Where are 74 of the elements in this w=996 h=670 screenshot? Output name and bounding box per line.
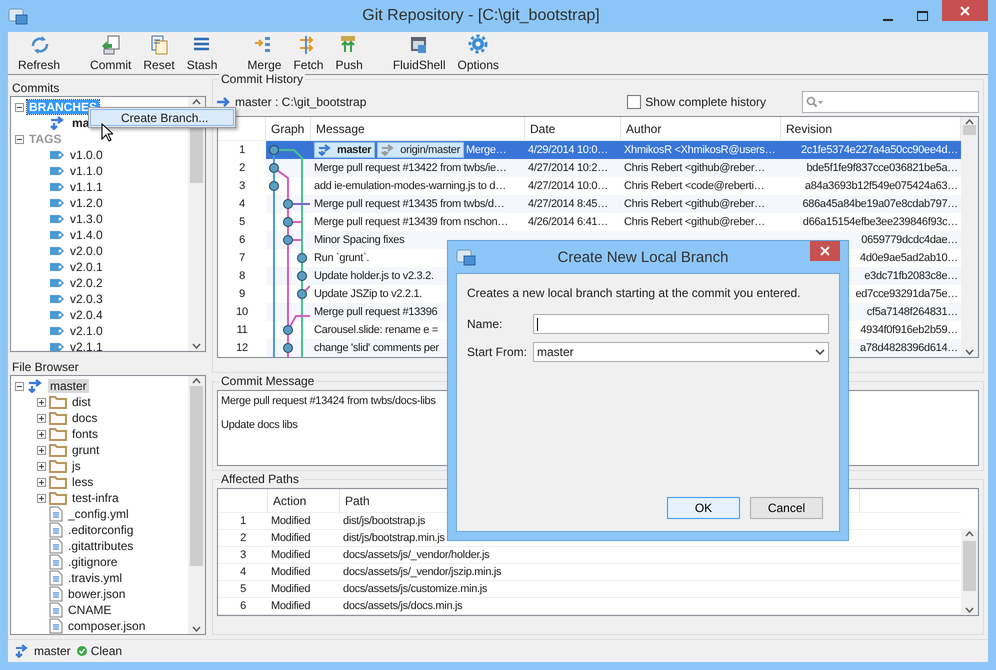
table-cell-text: Minor Spacing fixes: [314, 233, 404, 248]
table-cell-text: bde5f1fe9f837cce036821be5a…: [806, 161, 958, 176]
row-number: 8: [218, 267, 266, 285]
table-cell-text: 4/27/2014 10:2…: [528, 161, 608, 176]
field-label: Start From:: [467, 345, 528, 359]
commit-message-text: Merge pull request #13424 from twbs/docs-libs: [221, 395, 437, 407]
table-cell-text: Chris Rebert <github@reber…: [624, 197, 765, 212]
table-cell-text: ed7cce93291da75e…: [855, 287, 958, 302]
table-cell-text: Merge…: [466, 143, 506, 158]
commit-message-text: Update docs libs: [221, 419, 299, 431]
table-cell-text: Modified: [271, 514, 310, 529]
panel-title: Commits: [11, 80, 60, 96]
table-cell-text: Modified: [271, 565, 310, 580]
table-cell-text: Chris Rebert <github@reber…: [624, 161, 765, 176]
table-cell-text: Carousel.slide: rename e =: [314, 323, 438, 338]
description-text: Creates a new local branch starting at the commit you entered.: [467, 286, 802, 300]
dialog-title: Create New Local Branch: [556, 248, 730, 266]
row-number: 4: [240, 565, 246, 580]
table-cell-text: docs/assets/js/_vendor/jszip.min.js: [343, 565, 502, 580]
table-cell-text: 4/29/2014 10:0…: [528, 143, 608, 158]
row-number: 3: [240, 548, 246, 563]
row-number: 1: [218, 141, 266, 159]
table-cell-text: Modified: [271, 599, 310, 614]
table-cell-text: Modified: [271, 531, 310, 546]
group-title: Affected Paths: [219, 472, 301, 486]
table-cell-text: 4934f0f916eb2b59…: [860, 323, 958, 338]
table-cell-text: a84a3693b12f549e075424a63…: [804, 179, 958, 194]
table-cell-text: XhmikosR <XhmikosR@users…: [624, 143, 776, 158]
table-cell-text: Chris Rebert <github@reber…: [624, 215, 765, 230]
table-cell-text: Modified: [271, 582, 310, 597]
window-title: Git Repository - [C:\git_bootstrap]: [361, 7, 601, 25]
row-number: 1: [240, 514, 246, 529]
table-cell-text: Run `grunt`.: [314, 251, 370, 266]
table-cell-text: 4/26/2014 6:41…: [528, 215, 608, 230]
table-cell-text: Update JSZip to v2.2.1.: [314, 287, 422, 302]
table-cell-text: Merge pull request #13396: [314, 305, 438, 320]
table-cell-text: d66a15154efbe3ee239846f93c…: [802, 215, 958, 230]
table-cell-text: e3dc71fb2083c8e…: [864, 269, 958, 284]
table-cell-text: 2c1fe5374e227a4a50cc90ee4d…: [800, 143, 958, 158]
table-cell-text: Chris Rebert <code@reberti…: [624, 179, 764, 194]
table-cell-text: Update holder.js to v2.3.2.: [314, 269, 434, 284]
table-cell-text: dist/js/bootstrap.min.js: [343, 531, 445, 546]
table-cell-text: 4/27/2014 10:0…: [528, 179, 608, 194]
row-number: 5: [240, 582, 246, 597]
table-cell-text: dist/js/bootstrap.js: [343, 514, 426, 529]
row-number: 6: [240, 599, 246, 614]
table-cell-text: change 'slid' comments per: [314, 341, 439, 356]
row-number: 4: [218, 195, 266, 213]
row-number: 6: [218, 231, 266, 249]
row-number: 10: [218, 303, 266, 321]
table-cell-text: docs/assets/js/docs.min.js: [343, 599, 462, 614]
table-cell-text: docs/assets/js/_vendor/holder.js: [343, 548, 490, 563]
panel-title: File Browser: [11, 359, 80, 375]
table-cell-text: 4d0e9ae5ad2ab10…: [860, 251, 958, 266]
table-cell-text: Modified: [271, 548, 310, 563]
row-number: 2: [218, 159, 266, 177]
table-cell-text: cf5a7148f264831…: [866, 305, 958, 320]
row-number: 2: [240, 531, 246, 546]
status-text: Clean: [90, 644, 122, 658]
field-label: Name:: [467, 317, 504, 331]
table-cell-text: a78d4828396d614…: [860, 341, 958, 356]
table-cell-text: Merge pull request #13422 from twbs/ie…: [314, 161, 507, 176]
table-cell-text: add ie-emulation-modes-warning.js to d…: [314, 179, 506, 194]
table-cell-text: 0659779dcdc4dae…: [861, 233, 958, 248]
row-number: 12: [218, 339, 266, 357]
repository-path: master : C:\git_bootstrap: [235, 95, 366, 109]
branch-name: master: [34, 644, 71, 658]
table-cell-text: docs/assets/js/customize.min.js: [343, 582, 488, 597]
table-cell-text: Merge pull request #13435 from twbs/d…: [314, 197, 504, 212]
group-title: Commit Message: [219, 374, 316, 388]
table-cell-text: 686a45a84be19a07e8cdab797…: [802, 197, 958, 212]
group-title: Commit History: [219, 72, 306, 86]
table-cell-text: 4/27/2014 8:45…: [528, 197, 608, 212]
table-cell-text: Merge pull request #13439 from nschon…: [314, 215, 508, 230]
